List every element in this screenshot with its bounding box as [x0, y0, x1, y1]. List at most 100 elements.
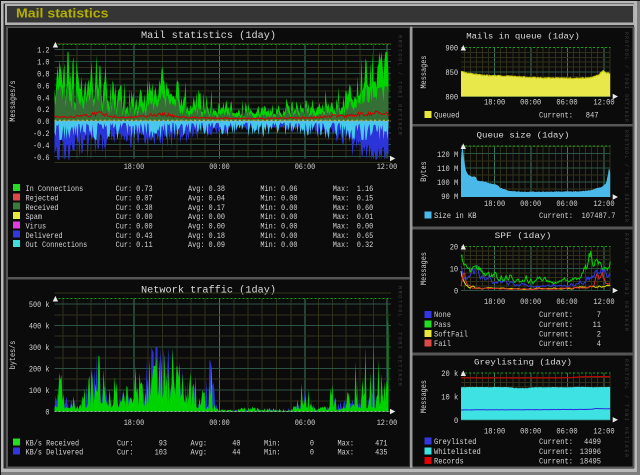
- svg-text:RRDTOOL / TOBI OETIKER: RRDTOOL / TOBI OETIKER: [623, 359, 629, 457]
- svg-text:Min:: Min:: [260, 232, 277, 241]
- svg-text:Cur:: Cur:: [116, 194, 133, 203]
- svg-text:0.00: 0.00: [136, 222, 153, 231]
- svg-text:0.18: 0.18: [209, 232, 226, 241]
- svg-text:471: 471: [375, 440, 388, 449]
- svg-text:10: 10: [450, 266, 459, 275]
- svg-text:06:00: 06:00: [556, 428, 577, 437]
- svg-text:18:00: 18:00: [484, 428, 505, 437]
- svg-text:Avg:: Avg:: [191, 449, 208, 458]
- svg-text:Current:: Current:: [539, 212, 573, 221]
- svg-text:18:00: 18:00: [124, 163, 145, 172]
- svg-text:-0.4: -0.4: [33, 142, 50, 151]
- svg-text:06:00: 06:00: [556, 99, 577, 108]
- svg-text:0.01: 0.01: [357, 213, 374, 222]
- svg-text:0: 0: [45, 409, 49, 418]
- svg-text:Queued: Queued: [434, 112, 460, 121]
- svg-text:SPF (1day): SPF (1day): [495, 231, 552, 241]
- svg-text:13996: 13996: [580, 448, 601, 457]
- svg-text:200 k: 200 k: [29, 366, 50, 375]
- svg-text:Min:: Min:: [264, 449, 281, 458]
- svg-text:Avg:: Avg:: [188, 232, 205, 241]
- svg-text:4499: 4499: [584, 438, 601, 447]
- svg-text:Current:: Current:: [539, 330, 573, 339]
- svg-text:Out Connections: Out Connections: [26, 241, 88, 250]
- svg-text:RRDTOOL / TOBI OETIKER: RRDTOOL / TOBI OETIKER: [397, 286, 403, 387]
- svg-text:Min:: Min:: [260, 185, 277, 194]
- svg-text:900: 900: [445, 45, 458, 54]
- svg-text:0.15: 0.15: [357, 194, 374, 203]
- svg-text:Messages: Messages: [420, 55, 429, 88]
- svg-text:0.4: 0.4: [37, 94, 50, 103]
- svg-text:Min:: Min:: [260, 204, 277, 213]
- svg-text:Spam: Spam: [26, 213, 43, 222]
- svg-text:0.2: 0.2: [37, 106, 50, 115]
- svg-text:00:00: 00:00: [209, 163, 230, 172]
- svg-text:Max:: Max:: [333, 232, 350, 241]
- svg-text:0.06: 0.06: [281, 185, 298, 194]
- svg-text:0.0: 0.0: [37, 118, 50, 127]
- svg-text:0.6: 0.6: [37, 82, 50, 91]
- svg-text:Avg:: Avg:: [188, 185, 205, 194]
- svg-text:Cur:: Cur:: [116, 204, 133, 213]
- svg-text:20 k: 20 k: [441, 370, 458, 379]
- svg-text:7: 7: [597, 311, 601, 320]
- svg-text:RRDTOOL / TOBI OETIKER: RRDTOOL / TOBI OETIKER: [397, 35, 403, 136]
- svg-text:Messages/s: Messages/s: [9, 80, 18, 121]
- svg-text:Max:: Max:: [333, 185, 350, 194]
- svg-text:0.04: 0.04: [209, 194, 226, 203]
- svg-text:Avg:: Avg:: [191, 440, 208, 449]
- svg-text:12:00: 12:00: [593, 428, 614, 437]
- svg-text:Cur:: Cur:: [116, 241, 133, 250]
- svg-text:RRDTOOL / TOBI OETIKER: RRDTOOL / TOBI OETIKER: [623, 233, 629, 331]
- svg-text:Min:: Min:: [260, 222, 277, 231]
- svg-text:18:00: 18:00: [484, 200, 505, 209]
- svg-text:0.11: 0.11: [136, 241, 153, 250]
- svg-text:0.38: 0.38: [209, 185, 226, 194]
- svg-text:20: 20: [450, 244, 459, 253]
- svg-text:18:00: 18:00: [484, 298, 505, 307]
- svg-text:100 M: 100 M: [437, 179, 458, 188]
- svg-text:0.38: 0.38: [136, 204, 153, 213]
- svg-text:Virus: Virus: [26, 222, 47, 231]
- svg-text:Max:: Max:: [338, 440, 355, 449]
- svg-text:0.00: 0.00: [281, 222, 298, 231]
- svg-text:Min:: Min:: [260, 241, 277, 250]
- svg-text:00:00: 00:00: [520, 428, 541, 437]
- svg-text:400 k: 400 k: [29, 323, 50, 332]
- svg-text:Mail statistics (1day): Mail statistics (1day): [141, 30, 276, 41]
- svg-text:Bytes: Bytes: [420, 161, 429, 182]
- svg-text:Whitelisted: Whitelisted: [434, 448, 481, 457]
- svg-text:Avg:: Avg:: [188, 213, 205, 222]
- svg-text:44: 44: [232, 449, 240, 458]
- svg-text:0.73: 0.73: [136, 185, 153, 194]
- svg-text:0.00: 0.00: [209, 222, 226, 231]
- svg-text:bytes/s: bytes/s: [9, 340, 18, 369]
- svg-text:2: 2: [597, 330, 601, 339]
- svg-text:0.65: 0.65: [357, 232, 374, 241]
- svg-text:00:00: 00:00: [520, 200, 541, 209]
- svg-text:0: 0: [454, 417, 458, 426]
- svg-text:-0.2: -0.2: [33, 130, 50, 139]
- svg-text:1.0: 1.0: [37, 59, 50, 68]
- svg-text:00:00: 00:00: [520, 99, 541, 108]
- svg-text:40: 40: [232, 440, 240, 449]
- svg-text:Max:: Max:: [333, 204, 350, 213]
- svg-text:Max:: Max:: [333, 241, 350, 250]
- svg-text:0.17: 0.17: [209, 204, 226, 213]
- svg-text:Current:: Current:: [539, 112, 573, 121]
- svg-text:0.00: 0.00: [281, 204, 298, 213]
- svg-text:0.00: 0.00: [136, 213, 153, 222]
- svg-text:00:00: 00:00: [209, 419, 230, 428]
- svg-text:Current:: Current:: [539, 458, 573, 467]
- svg-text:Cur:: Cur:: [117, 449, 134, 458]
- svg-text:Min:: Min:: [264, 440, 281, 449]
- svg-text:18495: 18495: [580, 458, 601, 467]
- svg-text:0: 0: [310, 449, 314, 458]
- svg-text:0.00: 0.00: [281, 241, 298, 250]
- svg-text:Network traffic (1day): Network traffic (1day): [141, 285, 276, 296]
- svg-text:0: 0: [454, 288, 458, 297]
- svg-text:500 k: 500 k: [29, 301, 50, 310]
- svg-text:Current:: Current:: [539, 340, 573, 349]
- svg-text:Pass: Pass: [434, 321, 451, 330]
- svg-text:850: 850: [445, 69, 458, 78]
